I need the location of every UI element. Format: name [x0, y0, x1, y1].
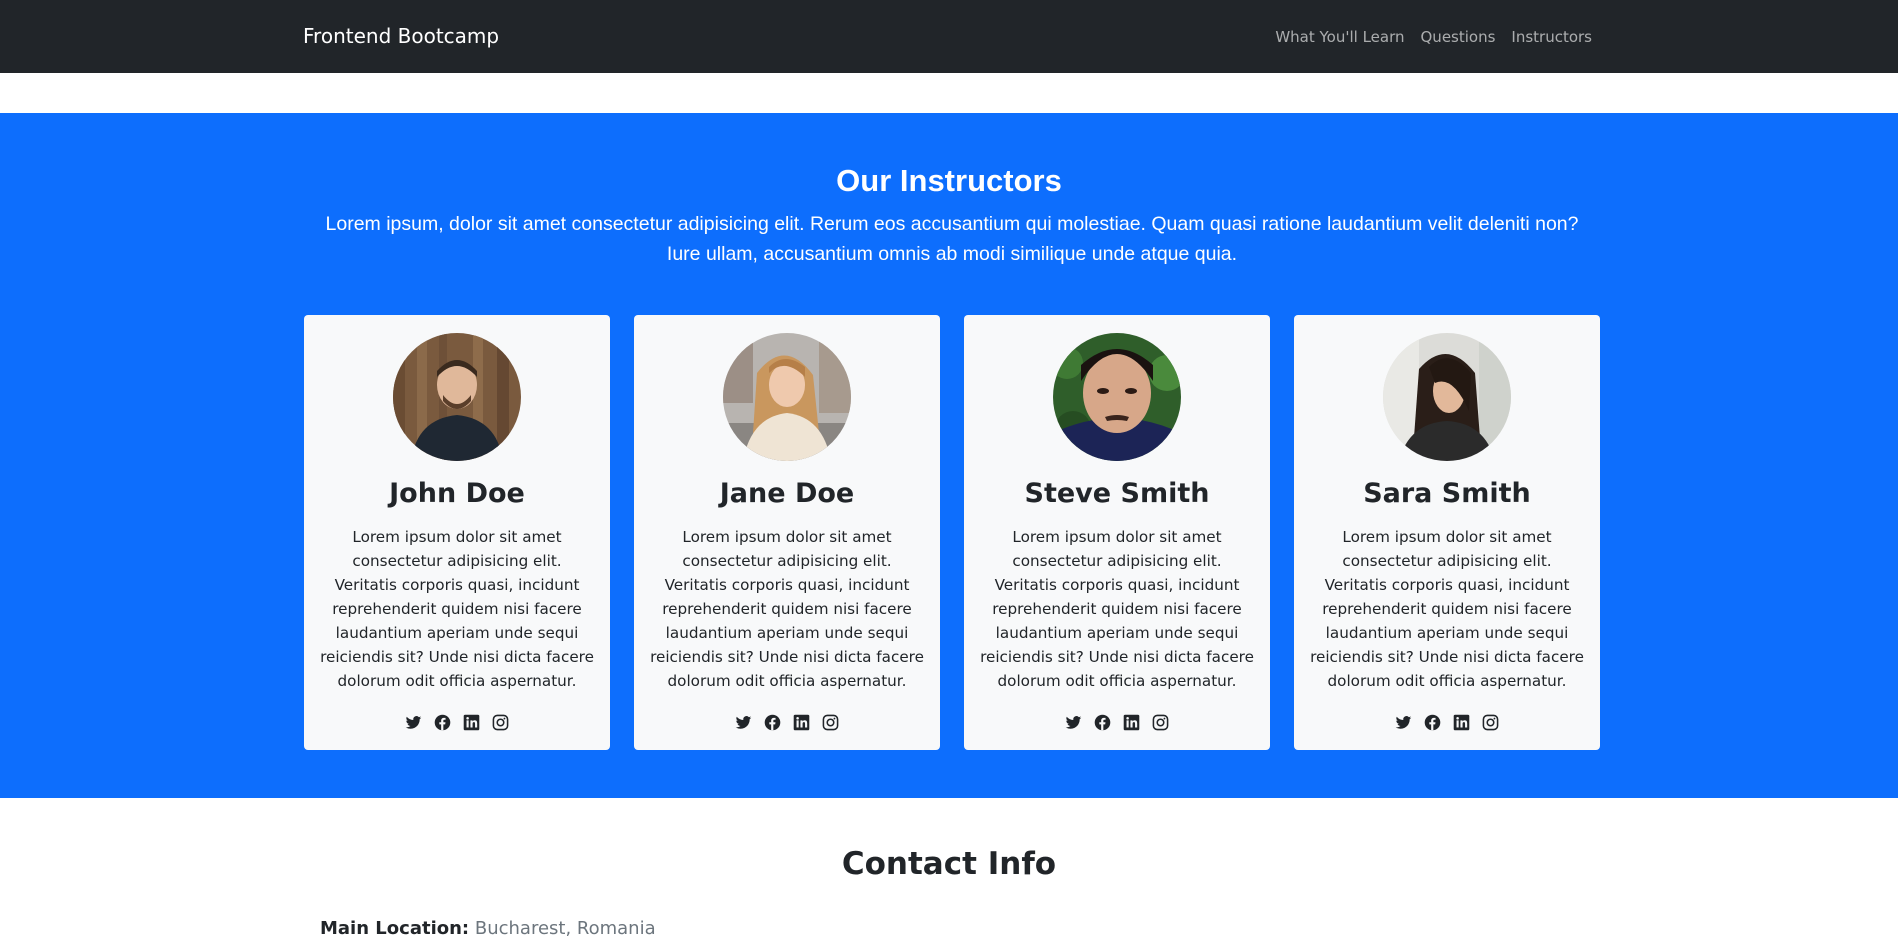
- brand-logo-text[interactable]: Frontend Bootcamp: [303, 24, 499, 48]
- navbar: Frontend Bootcamp What You'll Learn Ques…: [0, 0, 1898, 73]
- avatar: [393, 333, 521, 461]
- instructors-lead: Lorem ipsum, dolor sit amet consectetur …: [325, 213, 1579, 265]
- avatar: [1053, 333, 1181, 461]
- facebook-icon[interactable]: [434, 714, 451, 731]
- instagram-icon[interactable]: [492, 714, 509, 731]
- social-links: [304, 714, 610, 731]
- linkedin-icon[interactable]: [1123, 714, 1140, 731]
- linkedin-icon[interactable]: [793, 714, 810, 731]
- twitter-icon[interactable]: [735, 714, 752, 731]
- instagram-icon[interactable]: [822, 714, 839, 731]
- instructor-name: John Doe: [389, 478, 525, 509]
- avatar: [723, 333, 851, 461]
- instructor-bio: Lorem ipsum dolor sit amet consectetur a…: [980, 528, 1254, 690]
- nav-link-questions[interactable]: Questions: [1421, 28, 1496, 46]
- instructor-name: Sara Smith: [1363, 478, 1531, 509]
- linkedin-icon[interactable]: [1453, 714, 1470, 731]
- instructor-bio: Lorem ipsum dolor sit amet consectetur a…: [650, 528, 924, 690]
- instructor-bio: Lorem ipsum dolor sit amet consectetur a…: [320, 528, 594, 690]
- contact-title: Contact Info: [841, 846, 1057, 882]
- nav-link-what-youll-learn[interactable]: What You'll Learn: [1275, 28, 1404, 46]
- social-links: [964, 714, 1270, 731]
- social-links: [1294, 714, 1600, 731]
- twitter-icon[interactable]: [405, 714, 422, 731]
- instructors-title: Our Instructors: [836, 163, 1062, 198]
- nav-link-instructors[interactable]: Instructors: [1511, 28, 1592, 46]
- linkedin-icon[interactable]: [463, 714, 480, 731]
- instructor-card: Jane Doe Lorem ipsum dolor sit amet cons…: [634, 315, 940, 750]
- facebook-icon[interactable]: [1424, 714, 1441, 731]
- social-links: [634, 714, 940, 731]
- facebook-icon[interactable]: [764, 714, 781, 731]
- location-label: Main Location:: [320, 918, 470, 939]
- instagram-icon[interactable]: [1152, 714, 1169, 731]
- instructor-card: Sara Smith Lorem ipsum dolor sit amet co…: [1294, 315, 1600, 750]
- twitter-icon[interactable]: [1065, 714, 1082, 731]
- instructor-bio: Lorem ipsum dolor sit amet consectetur a…: [1310, 528, 1584, 690]
- instructor-name: Jane Doe: [719, 478, 855, 509]
- instructor-cards: John Doe Lorem ipsum dolor sit amet cons…: [304, 315, 1600, 750]
- instagram-icon[interactable]: [1482, 714, 1499, 731]
- twitter-icon[interactable]: [1395, 714, 1412, 731]
- avatar: [1383, 333, 1511, 461]
- instructor-name: Steve Smith: [1024, 478, 1210, 509]
- instructors-section: Our Instructors Lorem ipsum, dolor sit a…: [0, 113, 1898, 798]
- contact-location: Main Location: Bucharest, Romania: [320, 918, 656, 939]
- location-value: Bucharest, Romania: [474, 918, 656, 939]
- instructor-card: John Doe Lorem ipsum dolor sit amet cons…: [304, 315, 610, 750]
- facebook-icon[interactable]: [1094, 714, 1111, 731]
- instructor-card: Steve Smith Lorem ipsum dolor sit amet c…: [964, 315, 1270, 750]
- nav-links: What You'll Learn Questions Instructors: [1275, 28, 1592, 46]
